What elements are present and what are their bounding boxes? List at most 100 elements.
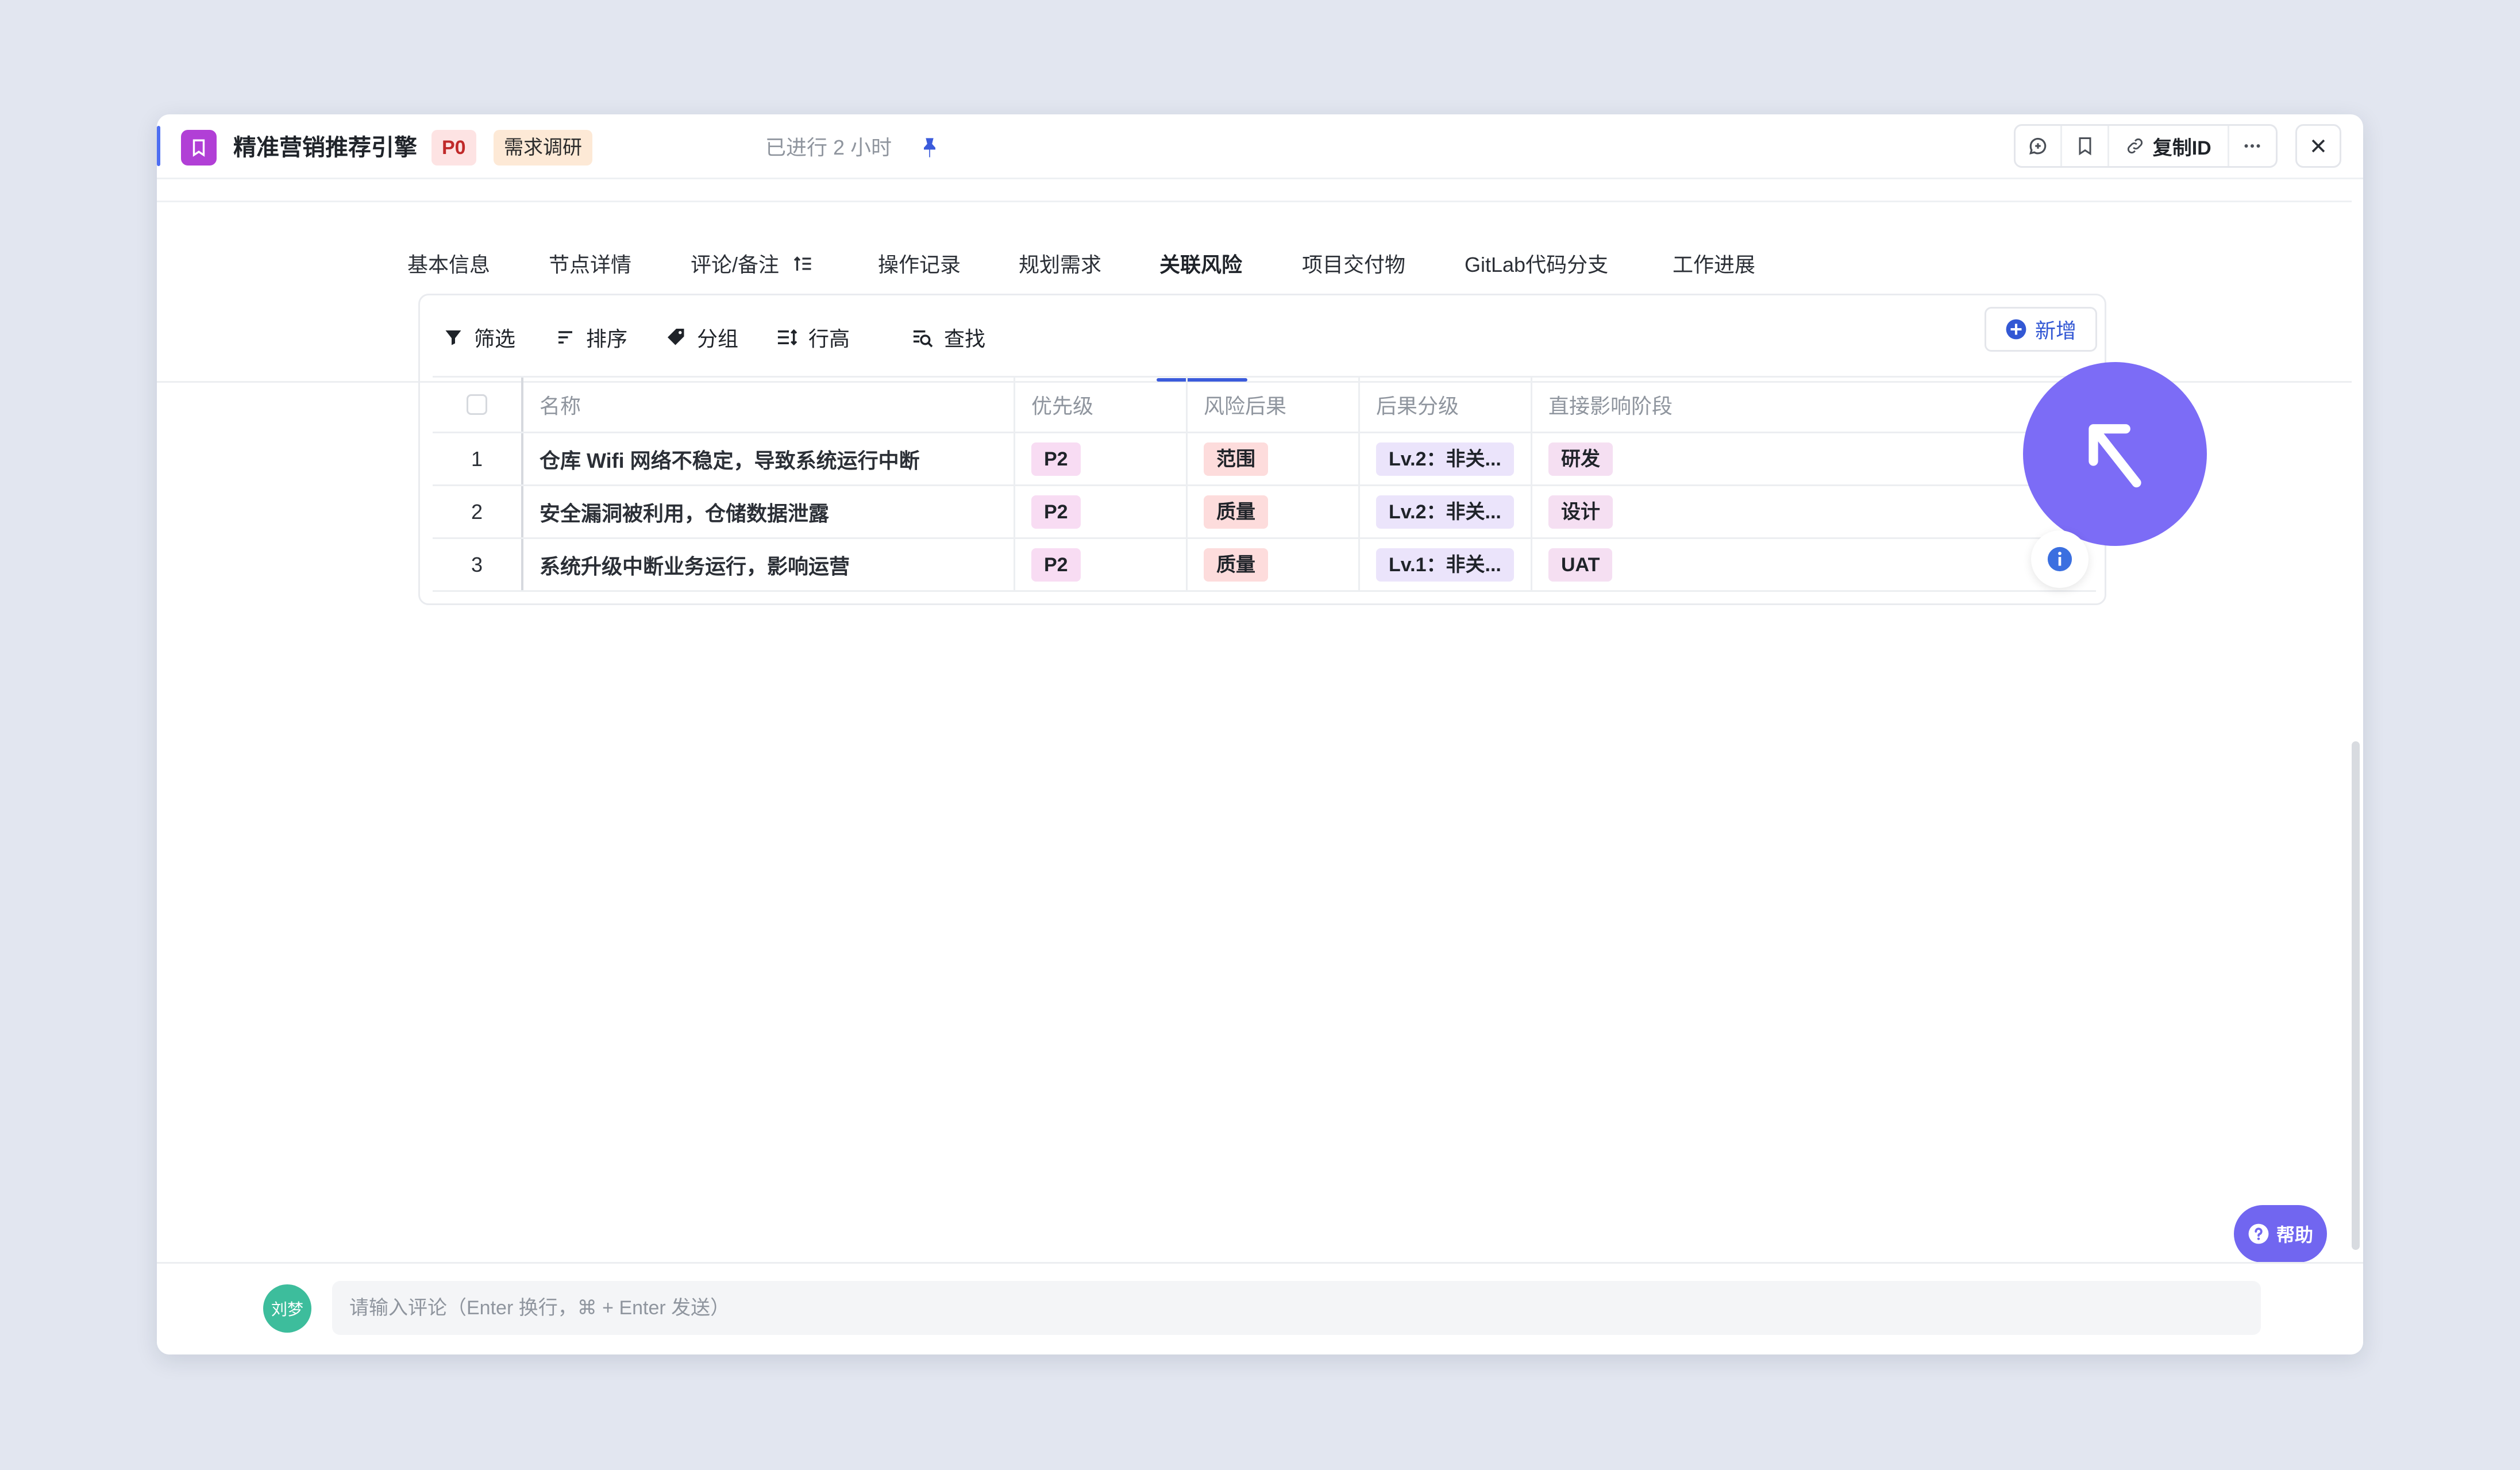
row-index: 3 bbox=[433, 539, 523, 590]
tab-operation-log[interactable]: 操作记录 bbox=[878, 248, 961, 282]
stage-tag: 设计 bbox=[1548, 495, 1613, 529]
row-index: 1 bbox=[433, 433, 523, 484]
consequence-tag: 质量 bbox=[1204, 495, 1268, 529]
tab-basic-info[interactable]: 基本信息 bbox=[407, 248, 490, 282]
tab-work-progress[interactable]: 工作进展 bbox=[1673, 248, 1755, 282]
filter-label: 筛选 bbox=[474, 327, 516, 351]
link-icon bbox=[2127, 138, 2143, 154]
plus-circle-icon bbox=[2006, 319, 2026, 340]
help-label: 帮助 bbox=[2276, 1225, 2313, 1245]
risk-table: 名称 优先级 风险后果 后果分级 直接影响阶段 1 仓库 Wifi 网络不稳定，… bbox=[433, 376, 2096, 594]
detail-header: 精准营销推荐引擎 P0 需求调研 已进行 2 小时 复制ID bbox=[157, 114, 2363, 179]
stage-tag: UAT bbox=[1548, 548, 1613, 582]
bookmark-app-icon bbox=[181, 130, 217, 166]
stage-cell[interactable]: UAT bbox=[1532, 539, 2096, 590]
risk-name: 仓库 Wifi 网络不稳定，导致系统运行中断 bbox=[540, 448, 920, 472]
priority-cell[interactable]: P2 bbox=[1015, 539, 1188, 590]
level-cell[interactable]: Lv.1：非关... bbox=[1360, 539, 1532, 590]
consequence-cell[interactable]: 质量 bbox=[1188, 486, 1360, 537]
find-label: 查找 bbox=[944, 327, 986, 351]
level-cell[interactable]: Lv.2：非关... bbox=[1360, 433, 1532, 484]
arrow-up-left-icon bbox=[2089, 424, 2141, 488]
select-all-checkbox[interactable] bbox=[467, 394, 487, 415]
consequence-tag: 质量 bbox=[1204, 548, 1268, 582]
stage-tag: 研发 bbox=[1548, 442, 1613, 476]
stage-badge: 需求调研 bbox=[494, 130, 592, 166]
copy-id-button[interactable]: 复制ID bbox=[2109, 126, 2229, 166]
priority-cell[interactable]: P2 bbox=[1015, 486, 1188, 537]
more-icon[interactable] bbox=[2229, 126, 2276, 166]
consequence-cell[interactable]: 范围 bbox=[1188, 433, 1360, 484]
tab-comments[interactable]: 评论/备注 bbox=[691, 248, 814, 282]
column-header-stage[interactable]: 直接影响阶段 bbox=[1532, 378, 2096, 432]
row-index: 2 bbox=[433, 486, 523, 537]
filter-button[interactable]: 筛选 bbox=[443, 319, 515, 356]
sort-order-icon[interactable] bbox=[793, 253, 814, 274]
level-tag: Lv.2：非关... bbox=[1376, 442, 1514, 476]
group-label: 分组 bbox=[697, 327, 739, 351]
level-tag: Lv.1：非关... bbox=[1376, 548, 1514, 582]
help-button[interactable]: 帮助 bbox=[2234, 1205, 2327, 1263]
info-icon[interactable] bbox=[2031, 530, 2089, 588]
column-header-consequence[interactable]: 风险后果 bbox=[1188, 378, 1360, 432]
comment-input[interactable]: 请输入评论（Enter 换行，⌘ + Enter 发送） bbox=[332, 1281, 2261, 1335]
column-header-name[interactable]: 名称 bbox=[523, 378, 1015, 432]
tab-related-risks[interactable]: 关联风险 bbox=[1159, 248, 1242, 282]
elapsed-time: 已进行 2 小时 bbox=[765, 136, 892, 159]
row-height-label: 行高 bbox=[808, 327, 850, 351]
add-label: 新增 bbox=[2035, 319, 2076, 343]
tab-deliverables[interactable]: 项目交付物 bbox=[1302, 248, 1405, 282]
row-number: 1 bbox=[471, 447, 483, 471]
sort-label: 排序 bbox=[586, 327, 628, 351]
table-row[interactable]: 3 系统升级中断业务运行，影响运营 P2 质量 Lv.1：非关... UAT bbox=[433, 539, 2096, 592]
priority-cell[interactable]: P2 bbox=[1015, 433, 1188, 484]
priority-tag: P2 bbox=[1031, 495, 1081, 529]
tab-comments-label: 评论/备注 bbox=[691, 253, 780, 276]
consequence-cell[interactable]: 质量 bbox=[1188, 539, 1360, 590]
header-toolbar: 复制ID bbox=[2014, 124, 2278, 168]
sort-button[interactable]: 排序 bbox=[555, 319, 627, 356]
vertical-scrollbar[interactable] bbox=[2352, 741, 2360, 1250]
column-header-priority[interactable]: 优先级 bbox=[1015, 378, 1188, 432]
row-height-icon bbox=[777, 329, 797, 346]
risk-name: 安全漏洞被利用，仓储数据泄露 bbox=[540, 501, 830, 525]
comment-bar: 刘梦 请输入评论（Enter 换行，⌘ + Enter 发送） bbox=[157, 1262, 2363, 1354]
table-header-row: 名称 优先级 风险后果 后果分级 直接影响阶段 bbox=[433, 376, 2096, 433]
find-icon bbox=[913, 330, 933, 348]
find-button[interactable]: 查找 bbox=[912, 319, 985, 356]
column-header-level[interactable]: 后果分级 bbox=[1360, 378, 1532, 432]
tab-planned-requirements[interactable]: 规划需求 bbox=[1019, 248, 1101, 282]
tab-node-details[interactable]: 节点详情 bbox=[549, 248, 631, 282]
name-cell[interactable]: 安全漏洞被利用，仓储数据泄露 bbox=[523, 486, 1015, 537]
question-icon bbox=[2248, 1223, 2269, 1244]
copy-id-label: 复制ID bbox=[2152, 137, 2211, 159]
level-tag: Lv.2：非关... bbox=[1376, 495, 1514, 529]
add-risk-button[interactable]: 新增 bbox=[1985, 307, 2097, 352]
divider bbox=[157, 201, 2352, 202]
select-all-cell[interactable] bbox=[433, 378, 523, 432]
tab-gitlab-branches[interactable]: GitLab代码分支 bbox=[1465, 248, 1608, 282]
close-icon[interactable] bbox=[2295, 124, 2341, 168]
table-row[interactable]: 1 仓库 Wifi 网络不稳定，导致系统运行中断 P2 范围 Lv.2：非关..… bbox=[433, 433, 2096, 486]
page-title: 精准营销推荐引擎 bbox=[233, 135, 417, 160]
sort-icon bbox=[558, 331, 572, 344]
tag-icon bbox=[668, 329, 684, 345]
row-height-button[interactable]: 行高 bbox=[776, 319, 850, 356]
filter-icon bbox=[445, 330, 461, 345]
priority-tag: P2 bbox=[1031, 442, 1081, 476]
stage-cell[interactable]: 设计 bbox=[1532, 486, 2096, 537]
pin-icon[interactable] bbox=[918, 136, 941, 159]
avatar[interactable]: 刘梦 bbox=[263, 1284, 311, 1333]
risk-name: 系统升级中断业务运行，影响运营 bbox=[540, 554, 850, 578]
comment-add-icon[interactable] bbox=[2016, 126, 2063, 166]
task-detail-window: 精准营销推荐引擎 P0 需求调研 已进行 2 小时 复制ID 基本信息 节点详情… bbox=[157, 114, 2363, 1354]
bookmark-icon[interactable] bbox=[2062, 126, 2109, 166]
name-cell[interactable]: 系统升级中断业务运行，影响运营 bbox=[523, 539, 1015, 590]
table-row[interactable]: 2 安全漏洞被利用，仓储数据泄露 P2 质量 Lv.2：非关... 设计 bbox=[433, 486, 2096, 539]
level-cell[interactable]: Lv.2：非关... bbox=[1360, 486, 1532, 537]
name-cell[interactable]: 仓库 Wifi 网络不稳定，导致系统运行中断 bbox=[523, 433, 1015, 484]
consequence-tag: 范围 bbox=[1204, 442, 1268, 476]
stage-cell[interactable]: 研发 bbox=[1532, 433, 2096, 484]
group-button[interactable]: 分组 bbox=[666, 319, 738, 356]
risk-table-card: 筛选 排序 分组 行高 查找 新增 名称 优先级 风险后果 后果分级 直接影响阶… bbox=[418, 294, 2106, 605]
